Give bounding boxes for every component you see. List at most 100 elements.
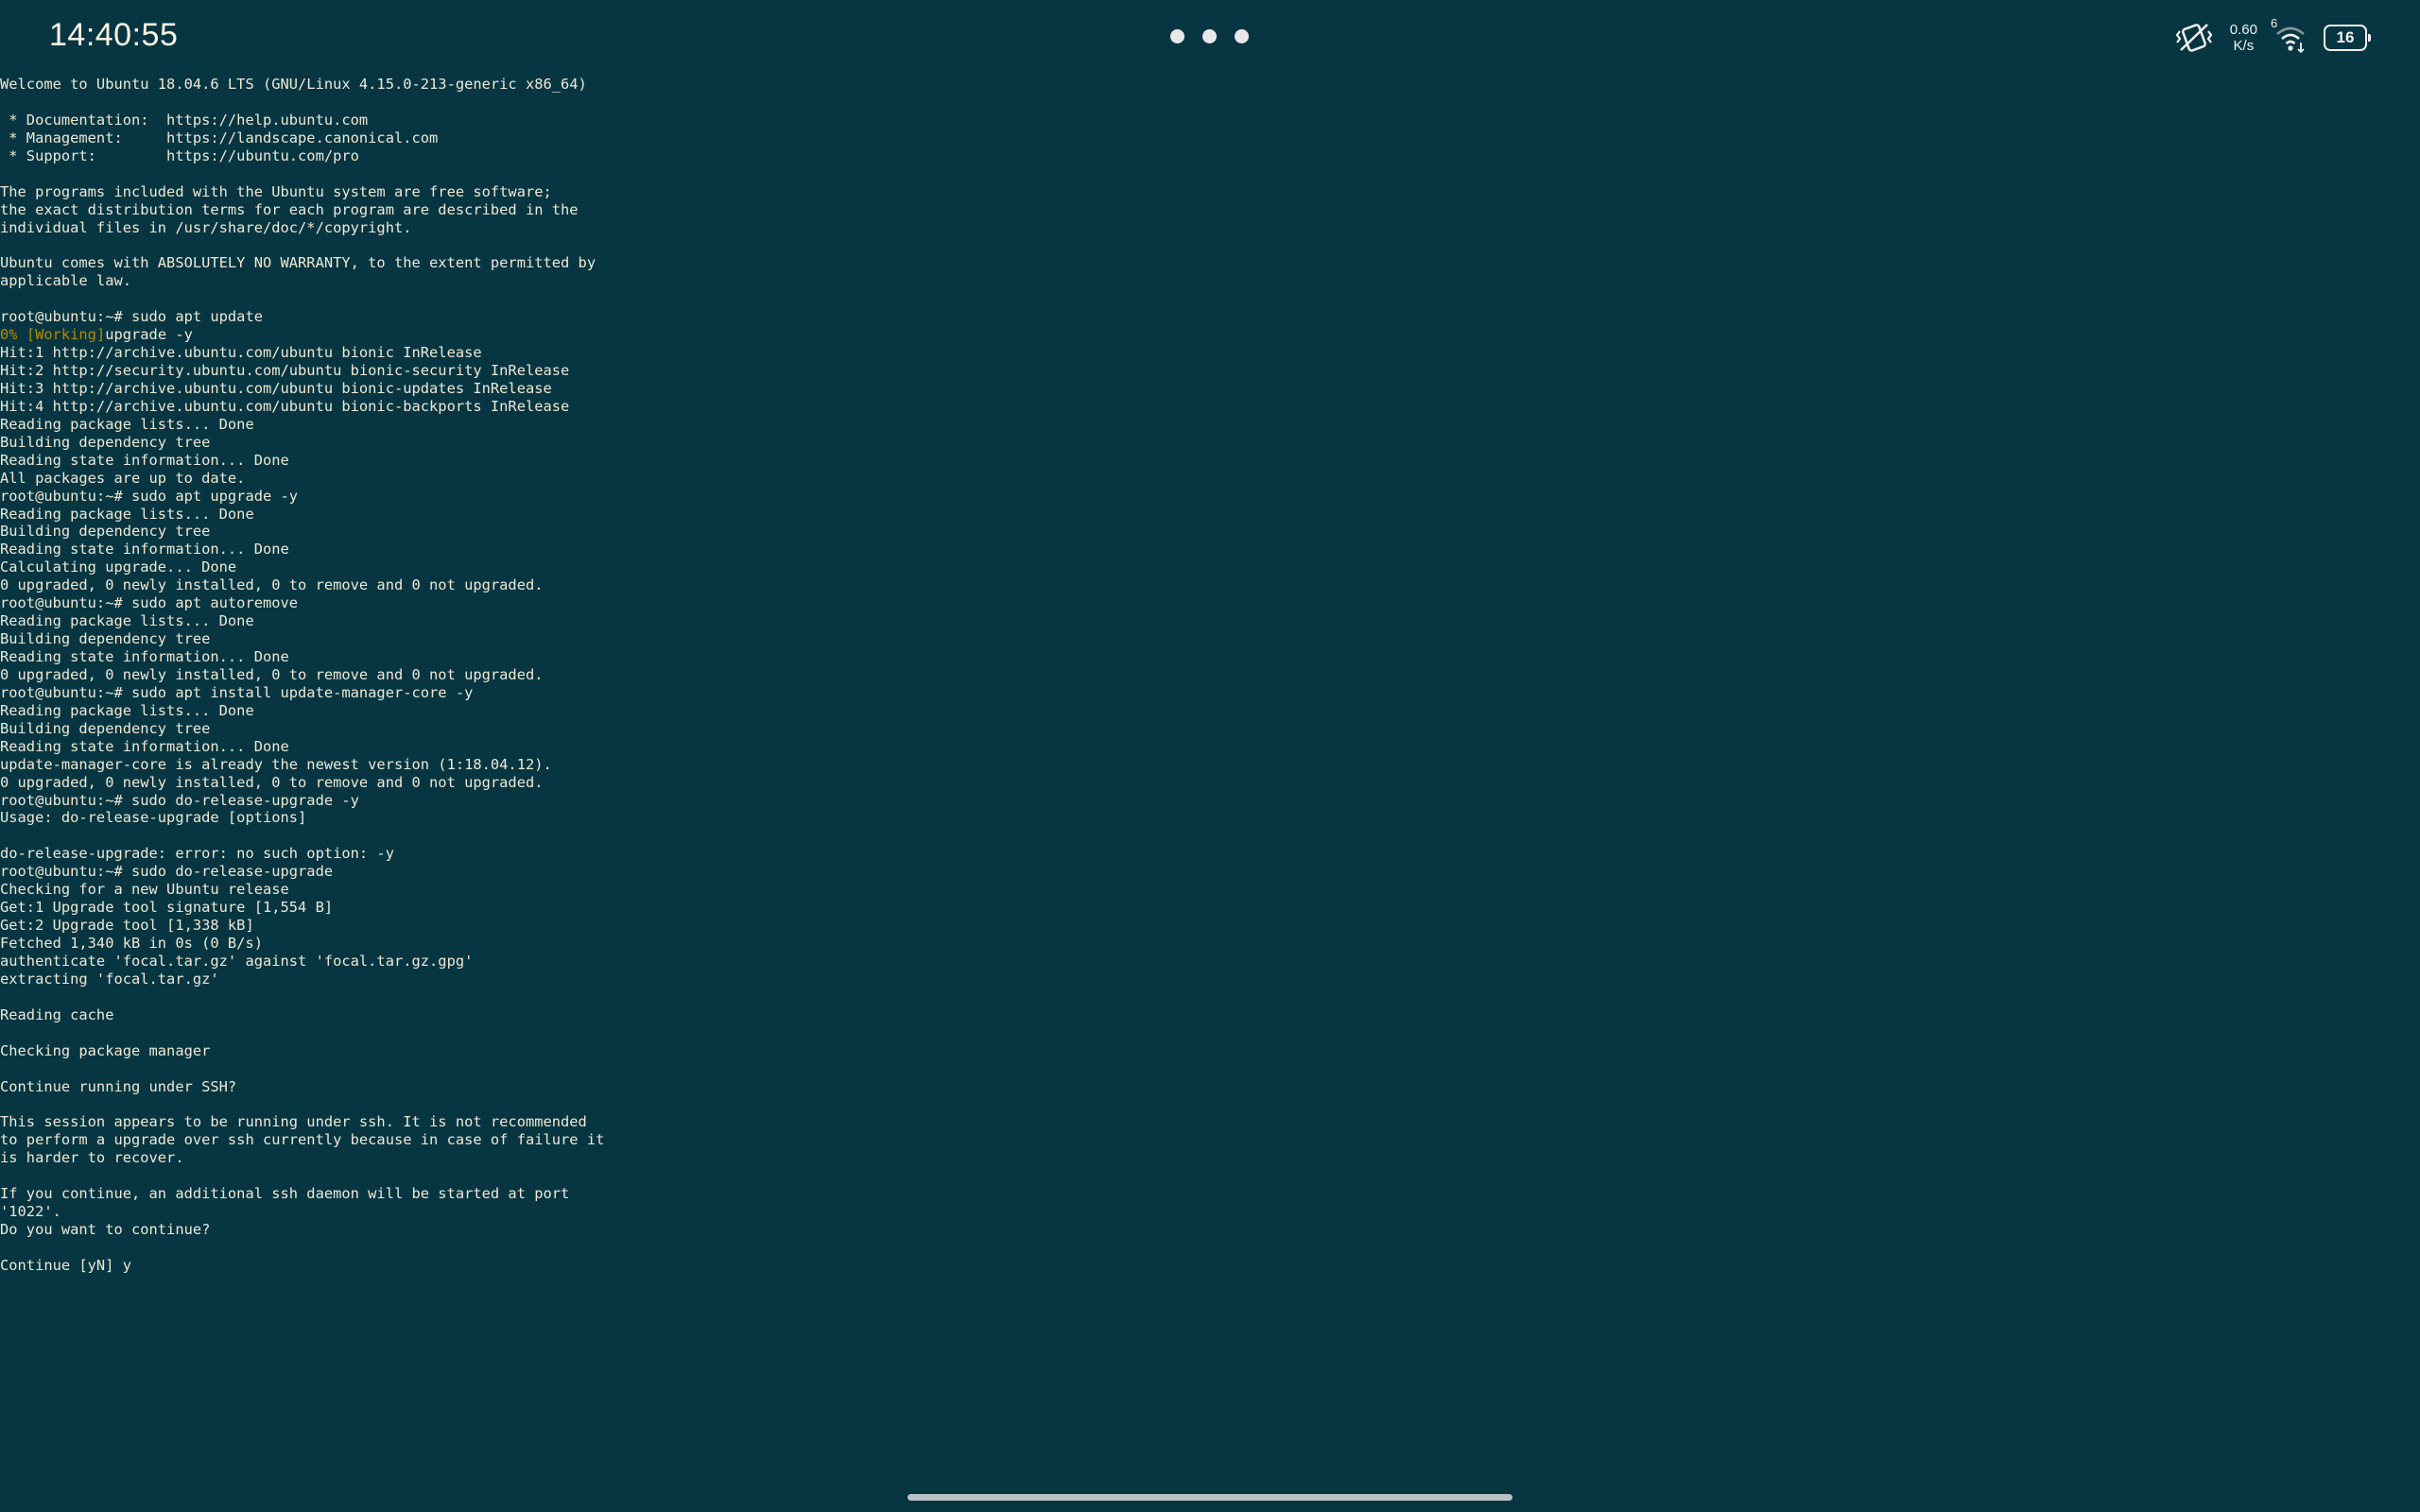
terminal-line: applicable law.: [0, 272, 2420, 290]
terminal-line: 0 upgraded, 0 newly installed, 0 to remo…: [0, 576, 2420, 594]
terminal-line-text: Building dependency tree: [0, 523, 211, 541]
terminal-line: This session appears to be running under…: [0, 1113, 2420, 1131]
progress-overlap-text: upgrade -y: [105, 326, 193, 344]
multi-window-handle[interactable]: [1170, 29, 1249, 43]
terminal-line: individual files in /usr/share/doc/*/cop…: [0, 219, 2420, 237]
terminal-line: Building dependency tree: [0, 720, 2420, 738]
status-bar: 14:40:55 0.60 K/s 6 16: [0, 0, 2420, 77]
terminal-line-text: Reading state information... Done: [0, 541, 289, 558]
terminal-line: Continue running under SSH?: [0, 1078, 2420, 1096]
terminal-line: '1022'.: [0, 1203, 2420, 1221]
terminal-line-text: Hit:4 http://archive.ubuntu.com/ubuntu b…: [0, 397, 570, 415]
home-indicator[interactable]: [908, 1494, 1512, 1501]
window-dot-icon: [1202, 29, 1217, 43]
terminal-line-text: Usage: do-release-upgrade [options]: [0, 809, 307, 827]
terminal-line: extracting 'focal.tar.gz': [0, 971, 2420, 988]
terminal-line: Reading package lists... Done: [0, 702, 2420, 720]
terminal-line: Checking package manager: [0, 1042, 2420, 1060]
battery-icon: 16: [2324, 25, 2371, 51]
terminal-line-text: root@ubuntu:~# sudo do-release-upgrade: [0, 863, 334, 881]
terminal-line-text: Reading package lists... Done: [0, 505, 254, 523]
terminal-line-text: Reading state information... Done: [0, 451, 289, 469]
terminal-line-text: Hit:2 http://security.ubuntu.com/ubuntu …: [0, 362, 570, 379]
terminal-line: Building dependency tree: [0, 630, 2420, 648]
terminal-line: Reading state information... Done: [0, 541, 2420, 558]
terminal-line-text: root@ubuntu:~# sudo apt autoremove: [0, 594, 299, 612]
terminal-output[interactable]: Welcome to Ubuntu 18.04.6 LTS (GNU/Linux…: [0, 76, 2420, 1275]
terminal-line-text: Hit:3 http://archive.ubuntu.com/ubuntu b…: [0, 379, 552, 397]
terminal-line-text: applicable law.: [0, 272, 131, 290]
terminal-line-text: individual files in /usr/share/doc/*/cop…: [0, 218, 412, 236]
terminal-line-text: Reading package lists... Done: [0, 701, 254, 719]
terminal-line-text: root@ubuntu:~# sudo do-release-upgrade -…: [0, 791, 359, 809]
terminal-line: root@ubuntu:~# sudo apt update: [0, 308, 2420, 326]
terminal-line: update-manager-core is already the newes…: [0, 756, 2420, 774]
terminal-line: root@ubuntu:~# sudo apt upgrade -y: [0, 488, 2420, 506]
terminal-line-text: authenticate 'focal.tar.gz' against 'foc…: [0, 952, 474, 970]
terminal-line-text: extracting 'focal.tar.gz': [0, 970, 219, 988]
terminal-line-text: root@ubuntu:~# sudo apt install update-m…: [0, 683, 474, 701]
terminal-line-text: Ubuntu comes with ABSOLUTELY NO WARRANTY…: [0, 254, 596, 272]
terminal-line: If you continue, an additional ssh daemo…: [0, 1185, 2420, 1203]
terminal-line: * Documentation: https://help.ubuntu.com: [0, 112, 2420, 129]
terminal-line-text: Do you want to continue?: [0, 1221, 211, 1238]
terminal-line: 0 upgraded, 0 newly installed, 0 to remo…: [0, 666, 2420, 684]
terminal-line: Hit:1 http://archive.ubuntu.com/ubuntu b…: [0, 344, 2420, 362]
terminal-line-text: is harder to recover.: [0, 1149, 184, 1167]
terminal-line-text: Building dependency tree: [0, 630, 211, 648]
terminal-line-text: to perform a upgrade over ssh currently …: [0, 1131, 605, 1149]
battery-level: 16: [2336, 28, 2355, 46]
terminal-line: Hit:4 http://archive.ubuntu.com/ubuntu b…: [0, 398, 2420, 416]
terminal-line-text: 0 upgraded, 0 newly installed, 0 to remo…: [0, 665, 544, 683]
terminal-line-text: Reading state information... Done: [0, 737, 289, 755]
window-dot-icon: [1235, 29, 1249, 43]
terminal-line: Building dependency tree: [0, 523, 2420, 541]
terminal-line: 0% [Working]upgrade -y: [0, 326, 2420, 344]
terminal-line: Reading package lists... Done: [0, 506, 2420, 524]
terminal-line-text: Checking package manager: [0, 1041, 211, 1059]
terminal-line-text: do-release-upgrade: error: no such optio…: [0, 845, 394, 863]
terminal-line: do-release-upgrade: error: no such optio…: [0, 845, 2420, 863]
terminal-line: All packages are up to date.: [0, 470, 2420, 488]
screen: 14:40:55 0.60 K/s 6 16 Welcome to Ubuntu…: [0, 0, 2420, 1512]
terminal-line: Do you want to continue?: [0, 1221, 2420, 1239]
terminal-line-text: Calculating upgrade... Done: [0, 558, 237, 576]
terminal-line: Hit:2 http://security.ubuntu.com/ubuntu …: [0, 362, 2420, 380]
wifi-icon: [2276, 26, 2305, 54]
terminal-line: authenticate 'focal.tar.gz' against 'foc…: [0, 953, 2420, 971]
status-icons: 0.60 K/s 6 16: [2175, 16, 2371, 59]
terminal-line: root@ubuntu:~# sudo apt install update-m…: [0, 684, 2420, 702]
terminal-line-text: Building dependency tree: [0, 719, 211, 737]
terminal-line: Ubuntu comes with ABSOLUTELY NO WARRANTY…: [0, 254, 2420, 272]
terminal-line: Reading state information... Done: [0, 648, 2420, 666]
terminal-line-text: root@ubuntu:~# sudo apt update: [0, 308, 263, 326]
terminal-line-text: update-manager-core is already the newes…: [0, 755, 552, 773]
terminal-line: Continue [yN] y: [0, 1257, 2420, 1275]
terminal-line: Calculating upgrade... Done: [0, 558, 2420, 576]
terminal-line: the exact distribution terms for each pr…: [0, 201, 2420, 219]
terminal-line-text: If you continue, an additional ssh daemo…: [0, 1185, 570, 1203]
terminal-line: The programs included with the Ubuntu sy…: [0, 183, 2420, 201]
terminal-line: root@ubuntu:~# sudo do-release-upgrade: [0, 863, 2420, 881]
network-speed-unit: K/s: [2233, 38, 2255, 54]
wifi-badge: 6: [2271, 16, 2278, 30]
terminal-line: Checking for a new Ubuntu release: [0, 881, 2420, 899]
terminal-line-text: 0 upgraded, 0 newly installed, 0 to remo…: [0, 773, 544, 791]
terminal-line-text: * Management: https://landscape.canonica…: [0, 129, 439, 146]
terminal-line: Reading state information... Done: [0, 452, 2420, 470]
terminal-line: Fetched 1,340 kB in 0s (0 B/s): [0, 935, 2420, 953]
terminal-line-text: '1022'.: [0, 1203, 61, 1221]
terminal-line: Reading package lists... Done: [0, 612, 2420, 630]
terminal-line: * Management: https://landscape.canonica…: [0, 129, 2420, 147]
terminal-line-text: Reading state information... Done: [0, 648, 289, 665]
terminal-line: root@ubuntu:~# sudo do-release-upgrade -…: [0, 792, 2420, 810]
terminal-line-text: This session appears to be running under…: [0, 1113, 587, 1131]
terminal-line-text: 0 upgraded, 0 newly installed, 0 to remo…: [0, 576, 544, 594]
wifi-status: 6: [2271, 16, 2307, 54]
